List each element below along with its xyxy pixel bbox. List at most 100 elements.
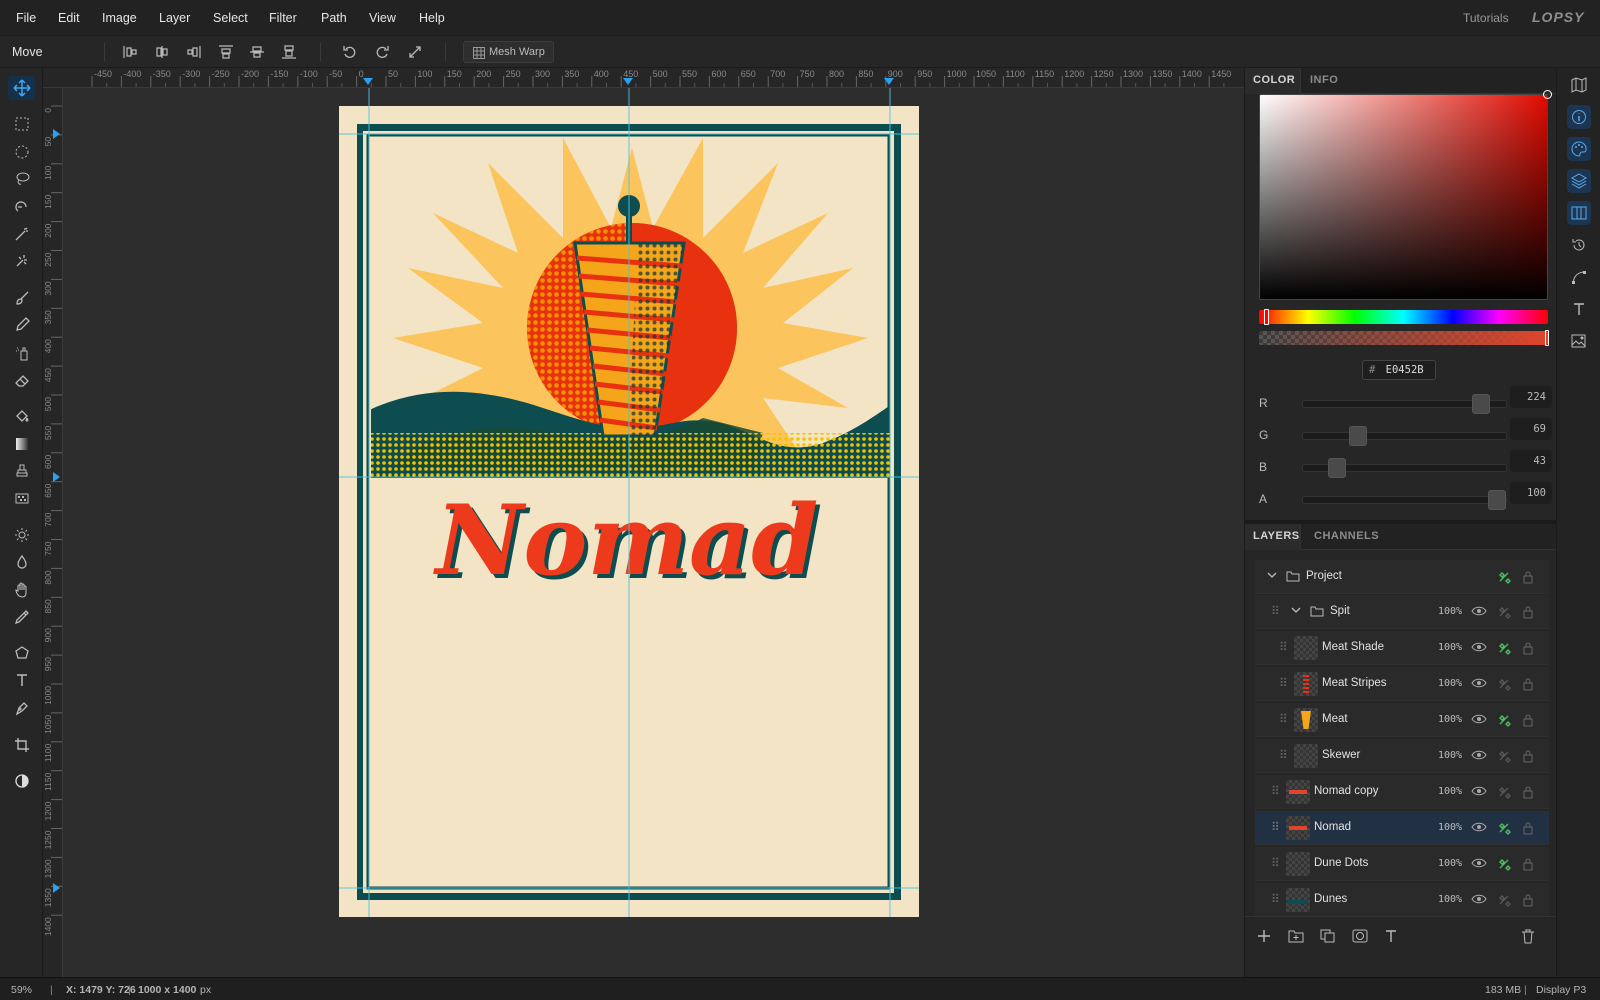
link-icon[interactable] [1497,713,1511,727]
eyedropper-icon[interactable] [8,605,35,629]
expand-icon[interactable] [404,42,426,62]
lock-icon[interactable] [1522,821,1534,835]
guide-marker[interactable] [53,883,60,893]
tutorials-link[interactable]: Tutorials [1463,11,1509,25]
channel-b-slider[interactable] [1302,458,1507,478]
pattern-icon[interactable] [8,486,35,510]
stamp-icon[interactable] [8,459,35,483]
guide-marker[interactable] [623,78,633,85]
menu-layer[interactable]: Layer [159,11,190,25]
align-center-v-icon[interactable] [246,42,268,62]
lasso-icon[interactable] [8,167,35,191]
vertical-ruler[interactable]: 0 50 100 150 200 250 300 350 400 450 500 550 600 650 7… [43,88,63,977]
tab-color[interactable]: COLOR [1253,74,1295,86]
layer-row-dunes[interactable]: ⠿ Dunes 100% [1255,883,1549,917]
drag-handle-icon[interactable]: ⠿ [1279,712,1288,726]
layer-row-nomad[interactable]: ⠿ Nomad 100% [1255,811,1549,845]
layer-row-nomad-copy[interactable]: ⠿ Nomad copy 100% [1255,775,1549,809]
tab-channels[interactable]: CHANNELS [1314,530,1379,542]
menu-select[interactable]: Select [213,11,248,25]
lock-icon[interactable] [1522,893,1534,907]
drag-handle-icon[interactable]: ⠿ [1279,640,1288,654]
eye-icon[interactable] [1471,641,1487,653]
pen-icon[interactable] [8,696,35,720]
hex-input[interactable]: # E0452B [1362,360,1436,380]
link-icon[interactable] [1497,605,1511,619]
channel-g-input[interactable]: 69 [1510,418,1552,440]
channel-a-slider[interactable] [1302,490,1507,510]
brush-icon[interactable] [8,286,35,310]
channel-r-input[interactable]: 224 [1510,386,1552,408]
rotate-left-icon[interactable] [339,42,361,62]
layer-row-spit[interactable]: ⠿ Spit 100% [1255,595,1549,629]
eye-icon[interactable] [1471,893,1487,905]
guide-marker[interactable] [53,129,60,139]
tab-layers[interactable]: LAYERS [1253,530,1300,542]
align-bottom-icon[interactable] [278,42,300,62]
tab-info[interactable]: INFO [1310,74,1338,86]
new-folder-icon[interactable] [1288,929,1304,943]
chevron-down-icon[interactable] [1267,572,1277,580]
link-icon[interactable] [1497,570,1511,584]
drag-handle-icon[interactable]: ⠿ [1271,856,1280,870]
eye-icon[interactable] [1471,713,1487,725]
info-icon[interactable] [1567,105,1591,129]
layer-row-project[interactable]: Project [1255,560,1549,594]
crop-icon[interactable] [8,733,35,757]
palette-icon[interactable] [1567,137,1591,161]
text-tool-icon[interactable] [8,668,35,692]
menu-view[interactable]: View [369,11,396,25]
layer-row-meat[interactable]: ⠿ Meat 100% [1255,703,1549,737]
lock-icon[interactable] [1522,605,1534,619]
lock-icon[interactable] [1522,713,1534,727]
channel-r-slider[interactable] [1302,394,1507,414]
eye-icon[interactable] [1471,857,1487,869]
canvas-workspace[interactable]: Nomad Nomad [63,88,1244,977]
contrast-icon[interactable] [8,769,35,793]
hue-slider[interactable] [1259,309,1548,325]
link-icon[interactable] [1497,785,1511,799]
zoom-level[interactable]: 59% [11,984,32,996]
saturation-picker[interactable] [1259,90,1552,300]
paint-bucket-icon[interactable] [8,404,35,428]
image-adjust-icon[interactable] [1567,329,1591,353]
link-icon[interactable] [1497,821,1511,835]
text-layer-icon[interactable] [1384,929,1398,943]
navigator-map-icon[interactable] [1567,73,1591,97]
duplicate-layer-icon[interactable] [1320,929,1336,943]
eye-icon[interactable] [1471,605,1487,617]
paths-icon[interactable] [1567,265,1591,289]
polygon-icon[interactable] [8,641,35,665]
menu-help[interactable]: Help [419,11,445,25]
lock-icon[interactable] [1522,749,1534,763]
channel-g-slider[interactable] [1302,426,1507,446]
quick-select-icon[interactable] [8,249,35,273]
channel-b-input[interactable]: 43 [1510,450,1552,472]
magic-wand-icon[interactable] [8,222,35,246]
drag-handle-icon[interactable]: ⠿ [1271,604,1280,618]
link-icon[interactable] [1497,677,1511,691]
rotate-right-icon[interactable] [371,42,393,62]
eye-icon[interactable] [1471,785,1487,797]
hand-icon[interactable] [8,578,35,602]
channel-a-input[interactable]: 100 [1510,482,1552,504]
link-icon[interactable] [1497,857,1511,871]
lock-icon[interactable] [1522,641,1534,655]
lock-icon[interactable] [1522,677,1534,691]
blur-drop-icon[interactable] [8,550,35,574]
gradient-icon[interactable] [8,432,35,456]
guide-marker[interactable] [53,472,60,482]
menu-filter[interactable]: Filter [269,11,297,25]
menu-path[interactable]: Path [321,11,347,25]
align-left-icon[interactable] [119,42,141,62]
align-top-icon[interactable] [215,42,237,62]
character-icon[interactable] [1567,297,1591,321]
link-icon[interactable] [1497,641,1511,655]
lock-icon[interactable] [1522,570,1534,584]
layer-row-skewer[interactable]: ⠿ Skewer 100% [1255,739,1549,773]
layers-icon[interactable] [1567,169,1591,193]
drag-handle-icon[interactable]: ⠿ [1279,748,1288,762]
link-icon[interactable] [1497,749,1511,763]
dodge-icon[interactable] [8,523,35,547]
rect-select-icon[interactable] [8,112,35,136]
